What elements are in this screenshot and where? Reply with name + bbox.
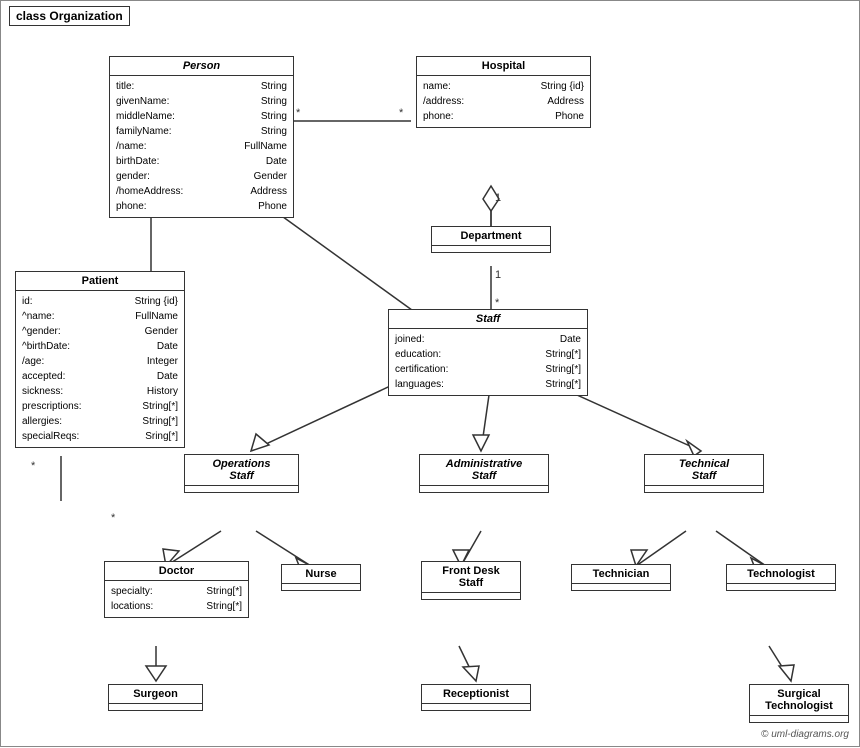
administrative-staff-attrs — [420, 486, 548, 492]
front-desk-staff-class: Front Desk Staff — [421, 561, 521, 600]
patient-attrs: id:String {id} ^name:FullName ^gender:Ge… — [16, 291, 184, 447]
staff-class-name: Staff — [389, 310, 587, 329]
staff-attrs: joined:Date education:String[*] certific… — [389, 329, 587, 395]
svg-text:1: 1 — [495, 192, 501, 204]
technologist-attrs — [727, 584, 835, 590]
surgeon-attrs — [109, 704, 202, 710]
doctor-class: Doctor specialty:String[*] locations:Str… — [104, 561, 249, 618]
doctor-class-name: Doctor — [105, 562, 248, 581]
svg-text:*: * — [495, 297, 500, 309]
diagram-container: class Organization * * 1 * 1 * * * — [0, 0, 860, 747]
svg-text:*: * — [399, 107, 404, 119]
copyright-text: © uml-diagrams.org — [761, 729, 849, 740]
front-desk-staff-attrs — [422, 593, 520, 599]
nurse-class-name: Nurse — [282, 565, 360, 584]
technologist-class: Technologist — [726, 564, 836, 591]
technician-class: Technician — [571, 564, 671, 591]
patient-class: Patient id:String {id} ^name:FullName ^g… — [15, 271, 185, 448]
technician-attrs — [572, 584, 670, 590]
department-class: Department — [431, 226, 551, 253]
technician-class-name: Technician — [572, 565, 670, 584]
technical-staff-attrs — [645, 486, 763, 492]
person-class-name: Person — [110, 57, 293, 76]
operations-staff-class: Operations Staff — [184, 454, 299, 493]
technologist-class-name: Technologist — [727, 565, 835, 584]
receptionist-attrs — [422, 704, 530, 710]
receptionist-class: Receptionist — [421, 684, 531, 711]
operations-staff-attrs — [185, 486, 298, 492]
receptionist-class-name: Receptionist — [422, 685, 530, 704]
hospital-class: Hospital name:String {id} /address:Addre… — [416, 56, 591, 128]
department-attrs — [432, 246, 550, 252]
surgical-technologist-class: Surgical Technologist — [749, 684, 849, 723]
svg-text:*: * — [296, 107, 301, 119]
patient-class-name: Patient — [16, 272, 184, 291]
diagram-title: class Organization — [9, 6, 130, 26]
operations-staff-class-name: Operations Staff — [185, 455, 298, 486]
technical-staff-class: Technical Staff — [644, 454, 764, 493]
front-desk-staff-class-name: Front Desk Staff — [422, 562, 520, 593]
department-class-name: Department — [432, 227, 550, 246]
doctor-attrs: specialty:String[*] locations:String[*] — [105, 581, 248, 617]
svg-text:1: 1 — [495, 269, 501, 281]
surgical-technologist-attrs — [750, 716, 848, 722]
svg-text:*: * — [111, 512, 116, 524]
administrative-staff-class-name: Administrative Staff — [420, 455, 548, 486]
svg-text:*: * — [31, 460, 36, 472]
nurse-attrs — [282, 584, 360, 590]
staff-class: Staff joined:Date education:String[*] ce… — [388, 309, 588, 396]
surgeon-class-name: Surgeon — [109, 685, 202, 704]
technical-staff-class-name: Technical Staff — [645, 455, 763, 486]
administrative-staff-class: Administrative Staff — [419, 454, 549, 493]
nurse-class: Nurse — [281, 564, 361, 591]
person-class: Person title:String givenName:String mid… — [109, 56, 294, 218]
surgical-technologist-class-name: Surgical Technologist — [750, 685, 848, 716]
hospital-attrs: name:String {id} /address:Address phone:… — [417, 76, 590, 127]
hospital-class-name: Hospital — [417, 57, 590, 76]
surgeon-class: Surgeon — [108, 684, 203, 711]
person-attrs: title:String givenName:String middleName… — [110, 76, 293, 217]
